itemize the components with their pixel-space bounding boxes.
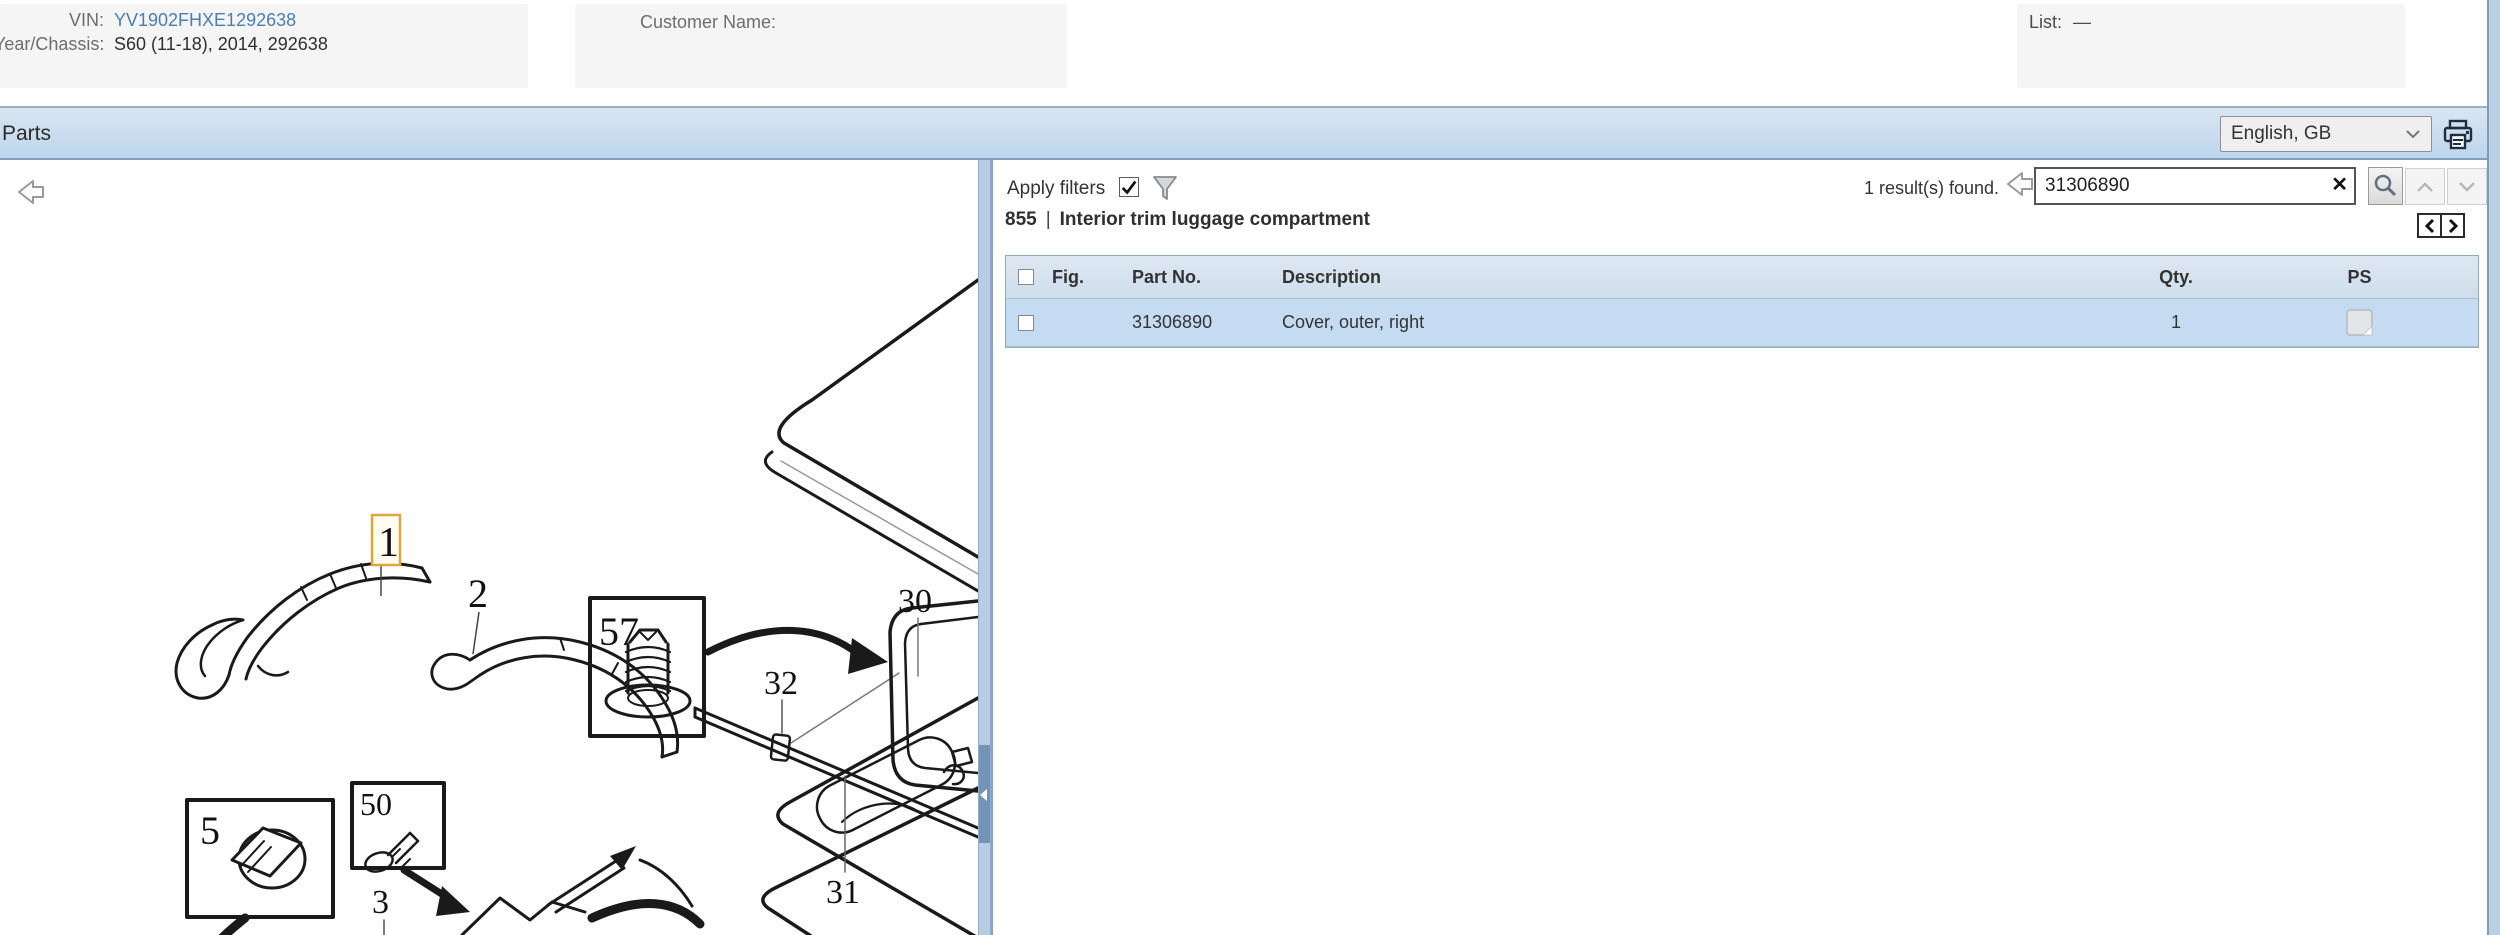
- printer-icon: [2442, 118, 2474, 152]
- next-figure-button[interactable]: [2440, 213, 2465, 238]
- year-chassis-label: Year/Chassis:: [0, 34, 105, 54]
- chevron-left-icon: [2423, 218, 2437, 234]
- check-icon: [1120, 178, 1138, 196]
- search-field-wrap: ✕: [2034, 167, 2356, 205]
- chevron-up-icon: [2415, 180, 2435, 194]
- callout-32[interactable]: 32: [764, 665, 798, 702]
- back-arrow-icon: [16, 178, 46, 206]
- collapse-handle[interactable]: [979, 745, 990, 843]
- vehicle-info-box: VIN: YV1902FHXE1292638 Year/Chassis: S60 (…: [0, 4, 528, 88]
- row-checkbox[interactable]: [1018, 314, 1034, 331]
- section-name: Interior trim luggage compartment: [1059, 209, 1371, 230]
- vehicle-header: VIN: YV1902FHXE1292638 Year/Chassis: S60 (…: [0, 0, 2500, 106]
- diagram-callouts: 1 2 57 32 30 31 5 50 3: [200, 513, 932, 921]
- section-title: 855 | Interior trim luggage compartment: [1005, 209, 1370, 231]
- customer-name-label: Customer Name:: [640, 12, 777, 32]
- row-qty: 1: [2170, 312, 2181, 332]
- next-match-button[interactable]: [2447, 168, 2487, 205]
- search-button[interactable]: [2368, 167, 2403, 205]
- figure-pager: [2417, 213, 2465, 238]
- funnel-icon: [1151, 174, 1179, 202]
- table-row[interactable]: 31306890 Cover, outer, right 1: [1006, 299, 2478, 347]
- table-header-row: Fig. Part No. Description Qty. PS: [1006, 256, 2478, 299]
- year-chassis-row: Year/Chassis: S60 (11-18), 2014, 292638: [0, 34, 328, 55]
- vin-row: VIN: YV1902FHXE1292638: [0, 10, 296, 31]
- select-all-cell: [1006, 269, 1046, 285]
- previous-match-button[interactable]: [2405, 168, 2445, 205]
- callout-50[interactable]: 50: [360, 786, 392, 822]
- panel-divider[interactable]: [978, 160, 991, 935]
- row-select-cell: [1006, 314, 1046, 331]
- list-label: List:: [2029, 12, 2063, 32]
- callout-3[interactable]: 3: [372, 884, 389, 921]
- row-part-no: 31306890: [1132, 312, 1213, 332]
- vin-value[interactable]: YV1902FHXE1292638: [114, 10, 296, 30]
- parts-bar-title: Parts: [2, 122, 52, 145]
- parts-bar: Parts English, GB: [0, 106, 2500, 160]
- app-window: VIN: YV1902FHXE1292638 Year/Chassis: S60 (…: [0, 0, 2500, 935]
- callout-1[interactable]: 1: [378, 520, 399, 566]
- back-arrow-icon: [2005, 170, 2035, 198]
- section-separator: |: [1045, 209, 1051, 230]
- customer-info-box: Customer Name:: [575, 4, 1067, 88]
- window-right-border: [2487, 0, 2500, 935]
- results-panel: Apply filters 1 result(s) found. ✕: [991, 160, 2487, 935]
- diagram-linework: [174, 278, 978, 935]
- chevron-down-icon: [2405, 128, 2421, 140]
- results-table: Fig. Part No. Description Qty. PS 313068…: [1005, 255, 2479, 348]
- magnifier-icon: [2373, 173, 2399, 199]
- select-all-checkbox[interactable]: [1018, 269, 1034, 285]
- year-chassis-value: S60 (11-18), 2014, 292638: [114, 34, 328, 54]
- apply-filters-checkbox[interactable]: [1119, 177, 1139, 197]
- customer-name-row: Customer Name:: [640, 12, 776, 33]
- callout-31[interactable]: 31: [826, 874, 860, 911]
- clear-search-button[interactable]: ✕: [2331, 174, 2348, 196]
- apply-filters-label: Apply filters: [1007, 178, 1106, 199]
- chevron-right-icon: [2446, 218, 2460, 234]
- chevron-down-icon: [2457, 180, 2477, 194]
- diagram-back-button[interactable]: [16, 178, 46, 206]
- filter-button[interactable]: [1151, 174, 1179, 202]
- print-button[interactable]: [2441, 117, 2475, 153]
- list-value: —: [2073, 12, 2092, 32]
- search-input[interactable]: [2034, 167, 2356, 205]
- previous-figure-button[interactable]: [2417, 213, 2442, 238]
- search-back-button[interactable]: [2005, 170, 2035, 198]
- callout-5[interactable]: 5: [200, 808, 220, 853]
- column-header-description[interactable]: Description: [1274, 267, 2111, 288]
- results-count: 1 result(s) found.: [1863, 178, 1999, 198]
- row-ps-cell: [2241, 309, 2478, 336]
- column-header-fig[interactable]: Fig.: [1046, 267, 1124, 288]
- ps-note-icon[interactable]: [2346, 309, 2373, 336]
- column-header-part-no[interactable]: Part No.: [1124, 267, 1274, 288]
- list-info-box: List: —: [2017, 4, 2405, 88]
- row-description: Cover, outer, right: [1282, 312, 1425, 332]
- language-select-value: English, GB: [2231, 123, 2332, 144]
- vin-label: VIN:: [68, 10, 104, 30]
- section-number: 855: [1005, 209, 1037, 230]
- callout-57[interactable]: 57: [599, 609, 639, 654]
- collapse-arrow-icon: [980, 789, 987, 801]
- callout-30[interactable]: 30: [898, 583, 932, 620]
- diagram-panel: 1 2 57 32 30 31 5 50 3: [0, 160, 978, 935]
- language-select[interactable]: English, GB: [2220, 116, 2432, 152]
- column-header-qty[interactable]: Qty.: [2111, 267, 2241, 288]
- column-header-ps[interactable]: PS: [2241, 267, 2478, 288]
- callout-2[interactable]: 2: [468, 571, 488, 616]
- parts-diagram[interactable]: 1 2 57 32 30 31 5 50 3: [0, 160, 978, 935]
- list-row: List: —: [2029, 12, 2091, 33]
